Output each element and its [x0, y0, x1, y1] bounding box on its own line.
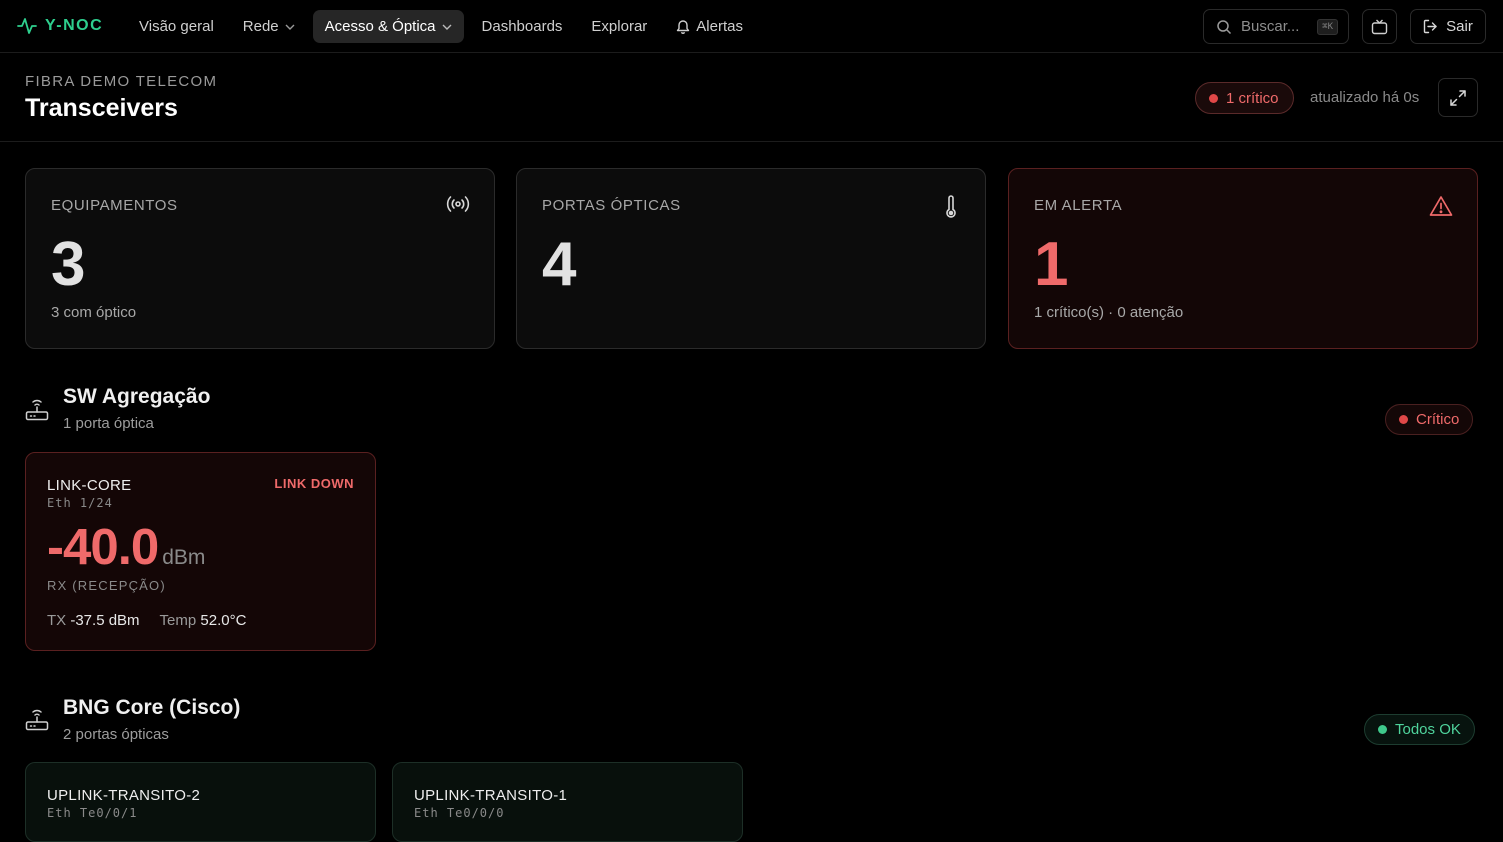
warning-icon: [1429, 195, 1453, 222]
port-name: UPLINK-TRANSITO-2: [47, 787, 201, 804]
device-name: SW Agregação: [63, 385, 211, 408]
status-dot: [1209, 93, 1218, 103]
rx-power-value: -40.0: [47, 518, 159, 575]
stat-subtitle: 3 com óptico: [51, 304, 137, 321]
rx-power-unit: dBm: [162, 546, 206, 569]
search-shortcut: ⌘K: [1317, 18, 1338, 35]
stat-subtitle: 1 crítico(s) · 0 atenção: [1034, 304, 1184, 321]
port-status-badge: LINK DOWN: [274, 476, 354, 491]
tx-metric: TX -37.5 dBm: [47, 612, 140, 629]
router-icon: [25, 707, 49, 737]
temp-metric: Temp 52.0°C: [160, 612, 247, 629]
port-name: UPLINK-TRANSITO-1: [414, 787, 568, 804]
nav-item-visao-geral[interactable]: Visão geral: [128, 10, 225, 43]
nav-item-alertas[interactable]: Alertas: [665, 10, 754, 43]
top-navbar: Y-NOC Visão geral Rede Acesso & Óptica D…: [0, 0, 1503, 53]
broadcast-icon: [446, 195, 470, 218]
device-port-count: 1 porta óptica: [63, 415, 154, 432]
temp-value: 52.0°C: [200, 612, 247, 629]
stat-card-equipamentos: EQUIPAMENTOS 3 3 com óptico: [25, 168, 495, 349]
tv-mode-button[interactable]: [1362, 9, 1397, 44]
search-icon: [1217, 19, 1232, 34]
device-status-badge: Todos OK: [1364, 714, 1475, 745]
thermometer-icon: [945, 195, 957, 224]
last-updated: atualizado há 0s: [1310, 89, 1420, 106]
logout-button[interactable]: Sair: [1410, 9, 1486, 44]
status-dot: [1378, 725, 1387, 734]
stat-card-em-alerta: EM ALERTA 1 1 crítico(s) · 0 atenção: [1008, 168, 1478, 349]
router-icon: [25, 397, 49, 427]
stat-label: EQUIPAMENTOS: [51, 197, 178, 214]
critical-count-label: 1 crítico: [1226, 89, 1279, 107]
critical-count-badge[interactable]: 1 crítico: [1195, 82, 1294, 114]
device-status-badge: Crítico: [1385, 404, 1474, 435]
page-header: FIBRA DEMO TELECOM Transceivers 1 crític…: [0, 54, 1503, 142]
nav-item-dashboards[interactable]: Dashboards: [471, 10, 574, 43]
rx-power: -40.0 dBm: [47, 517, 205, 577]
nav-label: Alertas: [696, 18, 743, 35]
stat-label: EM ALERTA: [1034, 197, 1123, 214]
fullscreen-button[interactable]: [1438, 78, 1478, 117]
bell-icon: [677, 20, 690, 34]
nav-label: Dashboards: [481, 18, 563, 35]
port-name: LINK-CORE: [47, 477, 132, 494]
port-card[interactable]: UPLINK-TRANSITO-2 Eth Te0/0/1: [25, 762, 376, 842]
expand-icon: [1450, 89, 1466, 106]
nav-label: Visão geral: [139, 18, 214, 35]
brand-name: Y-NOC: [45, 17, 104, 34]
stat-card-portas-opticas: PORTAS ÓPTICAS 4: [516, 168, 986, 349]
chevron-down-icon: [285, 24, 295, 30]
stat-label: PORTAS ÓPTICAS: [542, 197, 681, 214]
organization-name: FIBRA DEMO TELECOM: [25, 73, 218, 90]
status-dot: [1399, 415, 1408, 424]
tx-value: -37.5 dBm: [70, 612, 140, 629]
brand-logo[interactable]: Y-NOC: [17, 16, 103, 36]
nav-label: Rede: [242, 18, 279, 35]
temp-label: Temp: [159, 612, 197, 629]
nav-label: Acesso & Óptica: [324, 18, 436, 35]
device-status-label: Todos OK: [1395, 721, 1461, 738]
pulse-icon: [17, 18, 37, 34]
rx-label: RX (RECEPÇÃO): [47, 578, 166, 593]
port-metrics: TX -37.5 dBm Temp 52.0°C: [47, 612, 246, 629]
device-name: BNG Core (Cisco): [63, 696, 241, 719]
port-interface: Eth Te0/0/1: [47, 806, 138, 820]
nav-item-rede[interactable]: Rede: [232, 10, 306, 43]
device-status-label: Crítico: [1416, 411, 1460, 428]
stat-value: 3: [51, 230, 86, 299]
port-interface: Eth 1/24: [47, 496, 113, 510]
tv-icon: [1371, 19, 1388, 34]
logout-icon: [1423, 19, 1437, 34]
nav-item-acesso-optica[interactable]: Acesso & Óptica: [312, 10, 464, 43]
page-title: Transceivers: [25, 94, 178, 122]
port-interface: Eth Te0/0/0: [414, 806, 505, 820]
port-card[interactable]: UPLINK-TRANSITO-1 Eth Te0/0/0: [392, 762, 743, 842]
nav-item-explorar[interactable]: Explorar: [580, 10, 658, 43]
port-card[interactable]: LINK-CORE Eth 1/24 LINK DOWN -40.0 dBm R…: [25, 452, 376, 651]
nav-label: Explorar: [591, 18, 648, 35]
logout-label: Sair: [1446, 18, 1473, 35]
device-port-count: 2 portas ópticas: [63, 726, 169, 743]
search-input[interactable]: Buscar... ⌘K: [1203, 9, 1349, 44]
search-placeholder: Buscar...: [1241, 18, 1300, 35]
stat-value: 4: [542, 230, 577, 299]
tx-label: TX: [47, 612, 67, 629]
stat-value: 1: [1034, 230, 1069, 299]
chevron-down-icon: [442, 24, 452, 30]
main-nav: Visão geral Rede Acesso & Óptica Dashboa…: [128, 10, 761, 43]
